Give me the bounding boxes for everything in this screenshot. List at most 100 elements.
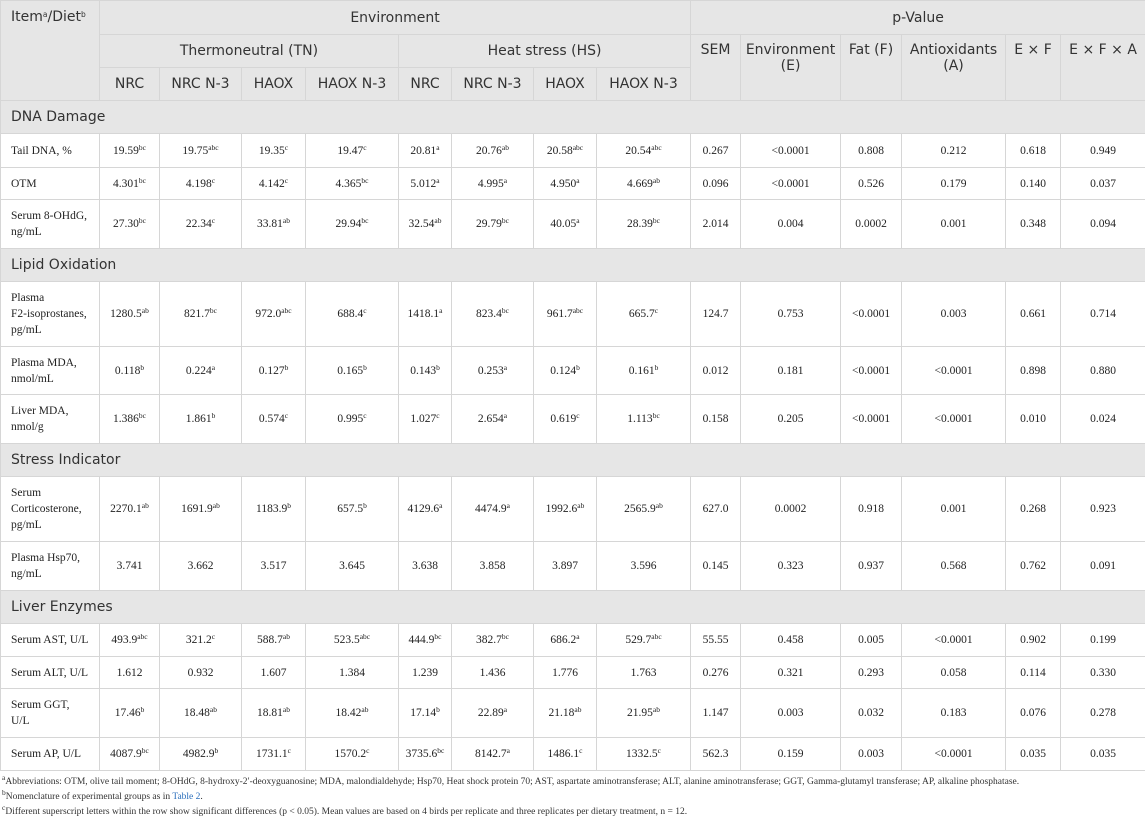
p-value-cell: 0.923 xyxy=(1061,477,1145,542)
mean-value: 1183.9 xyxy=(256,503,287,515)
mean-value-cell: 4.301bc xyxy=(100,168,160,200)
mean-value-cell: 588.7ab xyxy=(242,624,306,657)
mean-value-cell: 20.54abc xyxy=(597,134,691,168)
row-label-line: ng/mL xyxy=(11,568,42,580)
mean-value-cell: 1731.1c xyxy=(242,738,306,771)
significance-letters: abc xyxy=(208,143,218,152)
significance-letters: abc xyxy=(573,143,583,152)
diet-header: HAOX N-3 xyxy=(306,68,399,101)
p-value-cell: 0.001 xyxy=(902,200,1006,249)
p-value-cell: 0.076 xyxy=(1006,689,1061,738)
significance-letters: c xyxy=(288,746,291,755)
mean-value: 4982.9 xyxy=(183,748,215,760)
significance-letters: a xyxy=(504,363,507,372)
mean-value-cell: 22.89a xyxy=(452,689,534,738)
table-row: Liver MDA,nmol/g1.386bc1.861b0.574c0.995… xyxy=(1,395,1145,444)
p-value-cell: 0.012 xyxy=(691,347,741,395)
p-value-cell: 0.808 xyxy=(841,134,902,168)
row-label: Plasma Hsp70,ng/mL xyxy=(1,542,100,591)
significance-letters: bc xyxy=(434,632,441,641)
mean-value-cell: 33.81ab xyxy=(242,200,306,249)
footnote-b: bNomenclature of experimental groups as … xyxy=(2,790,1145,805)
mean-value: 33.81 xyxy=(257,218,283,230)
mean-value: 1992.6 xyxy=(546,503,578,515)
mean-value: 0.161 xyxy=(629,365,655,377)
mean-value: 3.858 xyxy=(480,560,506,572)
p-value-cell: 0.159 xyxy=(741,738,841,771)
mean-value: 529.7 xyxy=(625,634,651,646)
significance-letters: ab xyxy=(502,143,509,152)
mean-value-cell: 1.384 xyxy=(306,657,399,689)
p-value-cell: 1.147 xyxy=(691,689,741,738)
mean-value: 0.124 xyxy=(550,365,576,377)
significance-letters: b xyxy=(212,411,216,420)
significance-letters: a xyxy=(504,176,507,185)
section-row: Stress Indicator xyxy=(1,444,1145,477)
p-value-cell: 0.032 xyxy=(841,689,902,738)
mean-value-cell: 20.76ab xyxy=(452,134,534,168)
mean-value-cell: 4.142c xyxy=(242,168,306,200)
mean-value-cell: 1.776 xyxy=(534,657,597,689)
mean-value-cell: 0.619c xyxy=(534,395,597,444)
mean-value: 18.48 xyxy=(184,707,210,719)
section-title: Lipid Oxidation xyxy=(1,249,1145,282)
mean-value: 17.46 xyxy=(115,707,141,719)
row-label-line: Serum xyxy=(11,487,41,499)
mean-value: 29.79 xyxy=(476,218,502,230)
mean-value: 1.384 xyxy=(339,667,365,679)
mean-value: 823.4 xyxy=(476,308,502,320)
mean-value-cell: 8142.7a xyxy=(452,738,534,771)
mean-value: 29.94 xyxy=(336,218,362,230)
mean-value: 19.47 xyxy=(337,145,363,157)
p-value-cell: <0.0001 xyxy=(741,134,841,168)
significance-letters: ab xyxy=(142,306,149,315)
significance-letters: a xyxy=(504,705,507,714)
mean-value: 321.2 xyxy=(186,634,212,646)
section-row: DNA Damage xyxy=(1,101,1145,134)
mean-value: 0.619 xyxy=(550,413,576,425)
row-label-line: U/L xyxy=(11,715,30,727)
diet-header: NRC xyxy=(399,68,452,101)
mean-value-cell: 657.5b xyxy=(306,477,399,542)
mean-value: 2565.9 xyxy=(624,503,656,515)
mean-value-cell: 4982.9b xyxy=(160,738,242,771)
table-2-link[interactable]: Table 2 xyxy=(172,792,200,802)
mean-value: 3.596 xyxy=(631,560,657,572)
mean-value-cell: 20.58abc xyxy=(534,134,597,168)
fat-effect-header: Fat (F) xyxy=(841,35,902,101)
p-value-cell: <0.0001 xyxy=(902,395,1006,444)
mean-value-cell: 0.127b xyxy=(242,347,306,395)
mean-value: 1.861 xyxy=(186,413,212,425)
p-value-cell: 0.267 xyxy=(691,134,741,168)
significance-letters: ab xyxy=(361,705,368,714)
significance-letters: c xyxy=(363,411,366,420)
significance-letters: a xyxy=(576,176,579,185)
row-label-line: ng/mL xyxy=(11,226,42,238)
mean-value-cell: 28.39bc xyxy=(597,200,691,249)
significance-letters: b xyxy=(655,363,659,372)
mean-value-cell: 4.365bc xyxy=(306,168,399,200)
mean-value: 21.18 xyxy=(549,707,575,719)
p-value-cell: 55.55 xyxy=(691,624,741,657)
mean-value: 22.89 xyxy=(478,707,504,719)
row-label-line: F2-isoprostanes, xyxy=(11,308,87,320)
significance-letters: abc xyxy=(360,632,370,641)
row-label: Serum ALT, U/L xyxy=(1,657,100,689)
p-value-cell: 0.010 xyxy=(1006,395,1061,444)
p-value-cell: 0.003 xyxy=(902,282,1006,347)
significance-letters: b xyxy=(576,363,580,372)
mean-value-cell: 1.027c xyxy=(399,395,452,444)
mean-value: 1.607 xyxy=(261,667,287,679)
mean-value-cell: 32.54ab xyxy=(399,200,452,249)
mean-value: 1731.1 xyxy=(256,748,288,760)
mean-value-cell: 1280.5ab xyxy=(100,282,160,347)
mean-value-cell: 1.113bc xyxy=(597,395,691,444)
significance-letters: a xyxy=(436,176,439,185)
p-value-cell: 0.003 xyxy=(741,689,841,738)
p-value-cell: <0.0001 xyxy=(841,282,902,347)
mean-value: 27.30 xyxy=(113,218,139,230)
mean-value-cell: 0.143b xyxy=(399,347,452,395)
footnote-a: aAbbreviations: OTM, olive tail moment; … xyxy=(2,775,1145,790)
mean-value: 493.9 xyxy=(111,634,137,646)
significance-letters: bc xyxy=(502,306,509,315)
